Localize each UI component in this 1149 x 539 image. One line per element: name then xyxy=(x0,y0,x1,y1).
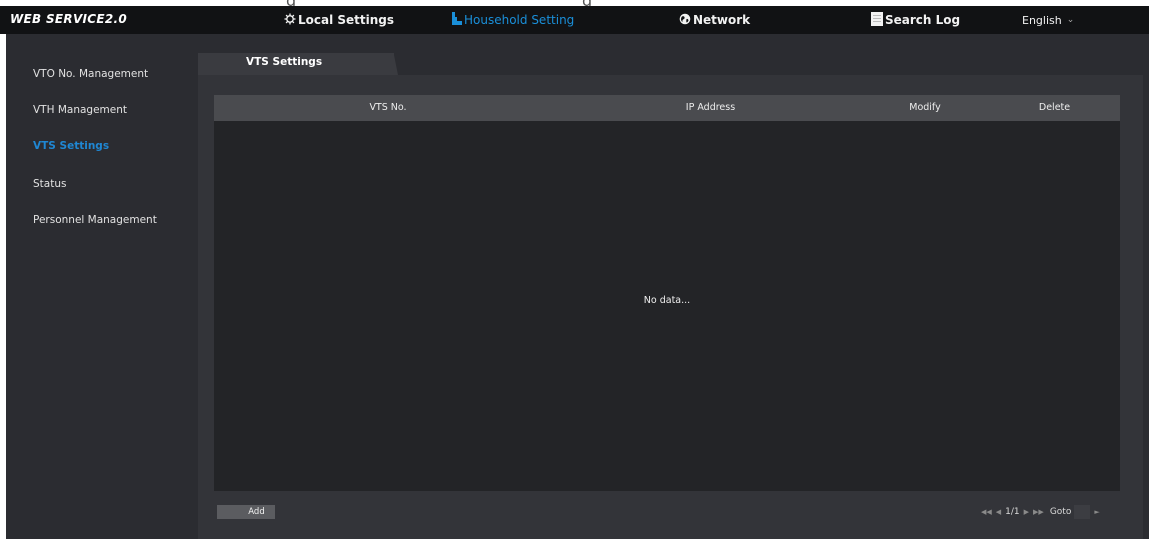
nav-search-log[interactable]: Search Log xyxy=(871,6,960,34)
household-icon xyxy=(452,12,462,28)
language-value: English xyxy=(1022,13,1062,27)
table-header: VTS No. IP Address Modify Delete xyxy=(214,95,1120,121)
empty-table-message: No data... xyxy=(643,295,691,306)
gear-icon xyxy=(284,13,296,28)
column-header-vts-no: VTS No. xyxy=(369,102,407,113)
prev-page-icon[interactable]: ◀ xyxy=(996,508,1001,516)
column-header-delete: Delete xyxy=(1038,102,1071,113)
nav-household-setting[interactable]: Household Setting xyxy=(452,6,574,34)
main-panel: VTS Settings VTS No. IP Address Modify D… xyxy=(196,34,1149,539)
page-body: VTO No. Management VTH Management VTS Se… xyxy=(6,34,1149,539)
vts-table: VTS No. IP Address Modify Delete No data… xyxy=(214,95,1120,491)
top-nav-bar: WEB SERVICE2.0 Local Settings Household … xyxy=(0,6,1149,34)
nav-label: Search Log xyxy=(885,13,961,27)
add-button[interactable]: Add xyxy=(217,505,275,519)
chevron-down-icon: ⌄ xyxy=(1066,15,1075,25)
language-select[interactable]: English ⌄ xyxy=(1022,6,1074,34)
goto-button-icon[interactable]: ► xyxy=(1094,508,1099,516)
log-icon xyxy=(871,11,883,29)
tab-vts-settings[interactable]: VTS Settings xyxy=(198,53,394,75)
first-page-icon[interactable]: ◀◀ xyxy=(981,508,992,516)
goto-label: Goto xyxy=(1049,507,1072,517)
goto-page-input[interactable] xyxy=(1074,505,1091,519)
nav-label: Local Settings xyxy=(298,13,395,27)
nav-network[interactable]: Network xyxy=(679,6,750,34)
sidebar: VTO No. Management VTH Management VTS Se… xyxy=(6,34,196,539)
tab-content: VTS No. IP Address Modify Delete No data… xyxy=(198,75,1143,539)
last-page-icon[interactable]: ▶▶ xyxy=(1033,508,1044,516)
sidebar-item-vto-no-management[interactable]: VTO No. Management xyxy=(33,68,148,80)
column-header-modify: Modify xyxy=(909,102,941,113)
next-page-icon[interactable]: ▶ xyxy=(1024,508,1029,516)
nav-local-settings[interactable]: Local Settings xyxy=(284,6,394,34)
column-header-ip-address: IP Address xyxy=(685,102,736,113)
nav-label: Network xyxy=(693,13,751,27)
pagination: ◀◀ ◀ 1/1 ▶ ▶▶ Goto ► xyxy=(981,505,1100,519)
nav-label: Household Setting xyxy=(464,13,575,27)
tab-edge xyxy=(394,55,398,75)
app-logo: WEB SERVICE2.0 xyxy=(10,12,128,26)
sidebar-item-status[interactable]: Status xyxy=(33,178,66,190)
page-indicator: 1/1 xyxy=(1005,507,1020,517)
sidebar-item-vts-settings[interactable]: VTS Settings xyxy=(33,140,109,152)
sidebar-item-vth-management[interactable]: VTH Management xyxy=(33,104,127,116)
sidebar-item-personnel-management[interactable]: Personnel Management xyxy=(33,214,157,226)
globe-icon xyxy=(679,13,691,28)
